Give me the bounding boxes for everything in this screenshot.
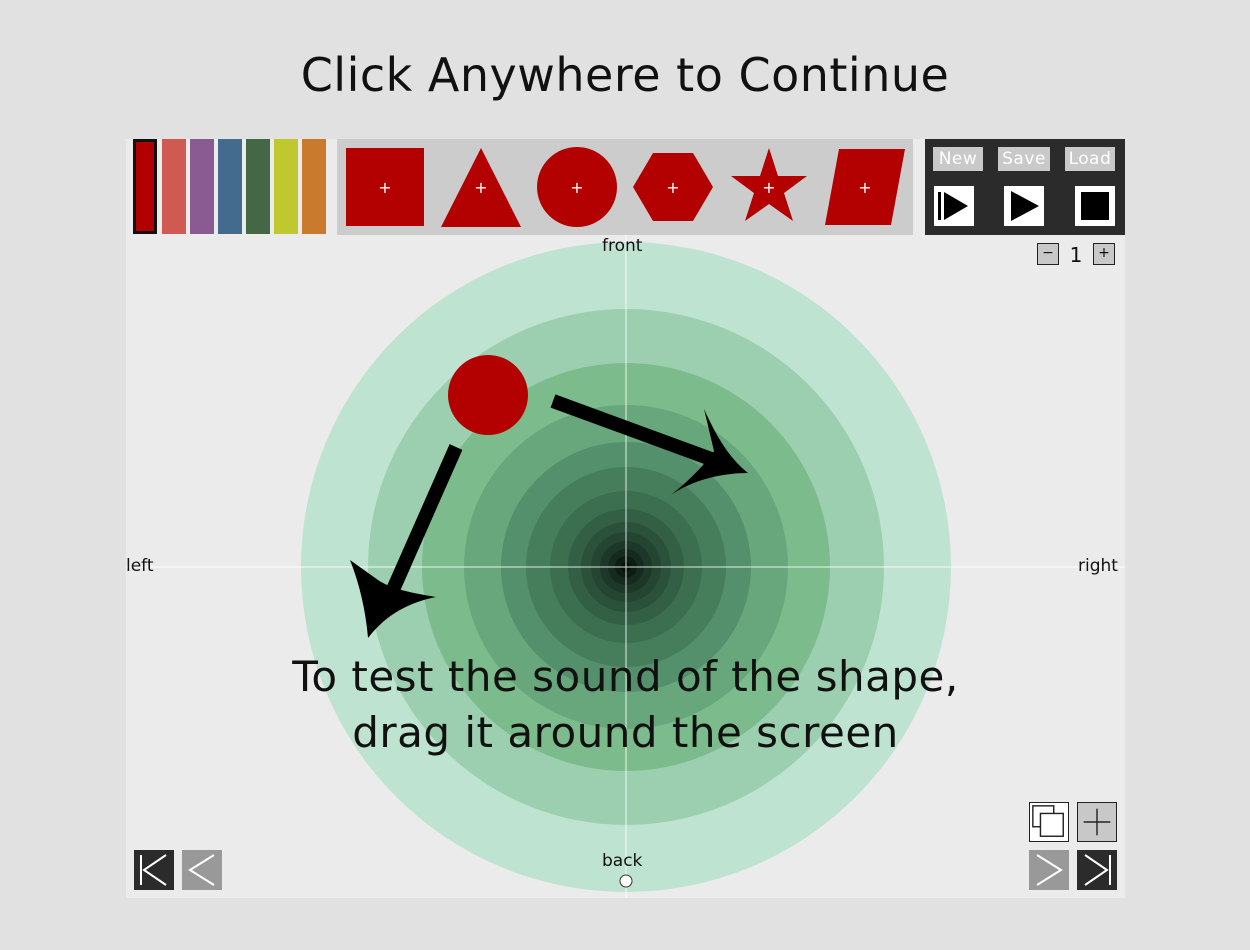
stop-button[interactable] [1075, 186, 1115, 226]
add-glyph: + [570, 178, 583, 197]
play-button[interactable] [1004, 186, 1044, 226]
color-swatch-lime[interactable] [274, 139, 298, 234]
color-swatch-blue[interactable] [218, 139, 242, 234]
stop-icon [1081, 192, 1109, 220]
previous-page-icon [188, 854, 215, 886]
color-swatch-red[interactable] [133, 139, 157, 234]
color-swatch-orange[interactable] [302, 139, 326, 234]
add-parallelogram-button[interactable]: + [823, 145, 907, 229]
add-glyph: + [762, 178, 775, 197]
add-triangle-button[interactable]: + [439, 145, 523, 229]
next-page-button[interactable] [1029, 850, 1069, 890]
sound-field-stage[interactable] [126, 235, 1125, 898]
instruction-line-2: drag it around the screen [352, 708, 899, 757]
right-label: right [1078, 556, 1118, 576]
shape-toolbar: + + + + + + [337, 139, 913, 235]
continue-overlay-title[interactable]: Click Anywhere to Continue [0, 48, 1250, 102]
sound-shape-editor: + + + + + + New Save Load − 1 + front ba… [126, 139, 1125, 898]
last-page-icon [1084, 854, 1111, 886]
add-glyph: + [666, 178, 679, 197]
instruction-text: To test the sound of the shape, drag it … [126, 649, 1125, 761]
add-page-icon [1083, 808, 1111, 836]
left-label: left [126, 556, 154, 576]
back-label: back [602, 851, 643, 871]
previous-page-button[interactable] [182, 850, 222, 890]
new-button[interactable]: New [933, 147, 983, 171]
last-page-button[interactable] [1077, 850, 1117, 890]
first-page-icon [140, 854, 167, 886]
duplicate-page-button[interactable] [1029, 802, 1069, 842]
next-page-icon [1036, 854, 1063, 886]
file-playback-panel: New Save Load [925, 139, 1125, 235]
add-circle-button[interactable]: + [535, 145, 619, 229]
front-label: front [602, 236, 643, 256]
add-star-button[interactable]: + [727, 145, 811, 229]
play-from-start-icon [938, 192, 968, 220]
color-swatch-green[interactable] [246, 139, 270, 234]
placed-circle-shape [448, 355, 528, 435]
listener-handle [619, 874, 633, 888]
add-glyph: + [858, 178, 871, 197]
play-icon [1011, 191, 1039, 221]
color-swatch-purple[interactable] [190, 139, 214, 234]
instruction-line-1: To test the sound of the shape, [292, 652, 959, 701]
add-square-button[interactable]: + [343, 145, 427, 229]
add-page-button[interactable] [1077, 802, 1117, 842]
add-hexagon-button[interactable]: + [631, 145, 715, 229]
save-button[interactable]: Save [998, 147, 1050, 171]
add-glyph: + [378, 178, 391, 197]
color-swatch-salmon[interactable] [162, 139, 186, 234]
crosshair-axes [126, 235, 1125, 898]
first-page-button[interactable] [134, 850, 174, 890]
add-glyph: + [474, 178, 487, 197]
load-button[interactable]: Load [1065, 147, 1115, 171]
play-from-start-button[interactable] [934, 186, 974, 226]
duplicate-icon [1032, 805, 1064, 837]
